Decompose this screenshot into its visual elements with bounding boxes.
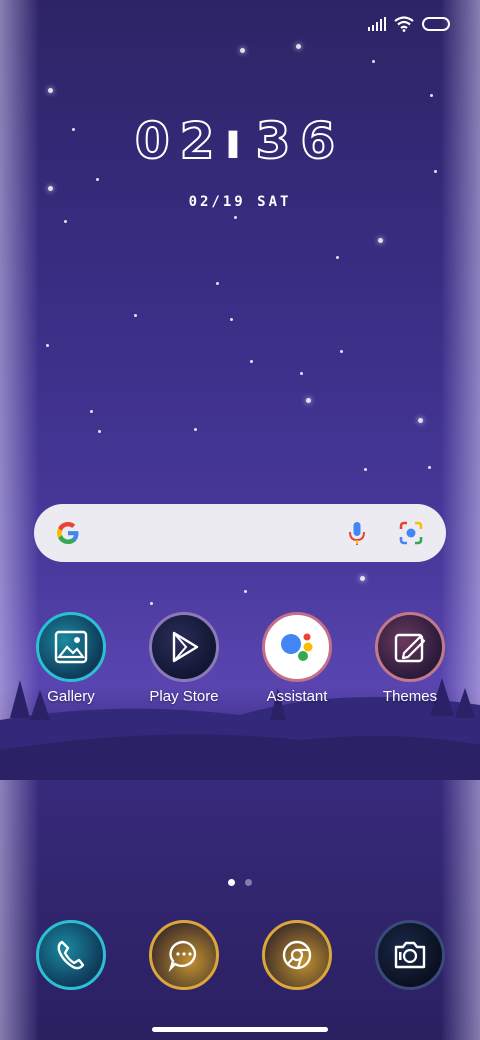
app-label: Play Store	[149, 688, 219, 705]
home-indicator-bar[interactable]	[152, 1027, 328, 1032]
dock-browser[interactable]	[242, 920, 352, 990]
clock: 02ı36	[0, 111, 480, 171]
google-search-bar[interactable]	[34, 504, 446, 562]
app-play-store[interactable]: Play Store	[129, 612, 239, 705]
camera-icon[interactable]	[375, 920, 445, 990]
dock-messages[interactable]	[129, 920, 239, 990]
messages-icon[interactable]	[149, 920, 219, 990]
app-gallery[interactable]: Gallery	[16, 612, 126, 705]
lens-icon[interactable]	[396, 518, 426, 548]
dock-camera[interactable]	[355, 920, 465, 990]
page-dot-active[interactable]	[228, 879, 235, 886]
date: 02/19 SAT	[188, 194, 292, 210]
status-bar	[368, 16, 450, 32]
gallery-icon[interactable]	[36, 612, 106, 682]
mic-icon[interactable]	[342, 518, 372, 548]
wifi-icon	[394, 16, 414, 32]
google-g-icon	[57, 522, 79, 544]
app-label: Gallery	[47, 688, 95, 705]
phone-icon[interactable]	[36, 920, 106, 990]
assistant-icon[interactable]	[262, 612, 332, 682]
clock-hours: 02	[134, 111, 225, 171]
app-label: Themes	[382, 688, 438, 705]
signal-icon	[368, 17, 386, 31]
browser-icon[interactable]	[262, 920, 332, 990]
page-indicator	[0, 879, 480, 886]
clock-minutes: 36	[255, 111, 346, 171]
app-label: Assistant	[266, 688, 328, 705]
themes-icon[interactable]	[375, 612, 445, 682]
page-dot[interactable]	[245, 879, 252, 886]
app-themes[interactable]: Themes	[355, 612, 465, 705]
clock-separator: ı	[224, 112, 256, 170]
dock-phone[interactable]	[16, 920, 126, 990]
app-assistant[interactable]: Assistant	[242, 612, 352, 705]
battery-icon	[422, 17, 450, 31]
play-store-icon[interactable]	[149, 612, 219, 682]
